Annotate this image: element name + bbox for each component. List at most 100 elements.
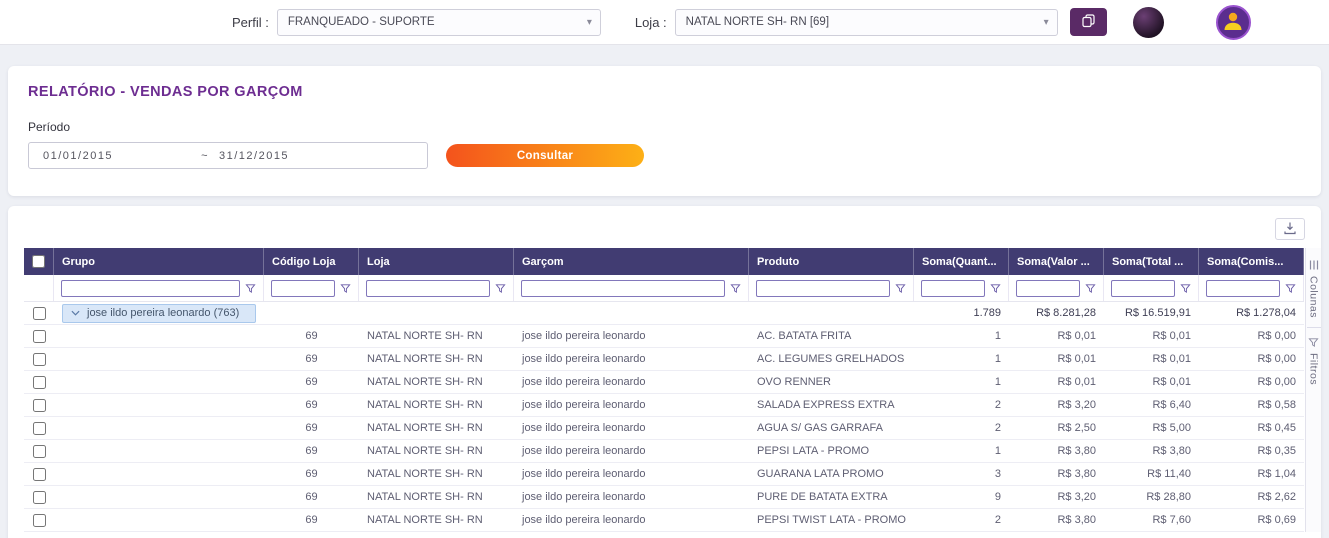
periodo-label: Período [28, 120, 71, 134]
chevron-down-icon [71, 310, 80, 316]
group-chip-cell: jose ildo pereira leonardo (763) [54, 302, 264, 324]
col-header-codigo-loja[interactable]: Código Loja [264, 248, 359, 275]
filter-input-soma-valor[interactable] [1016, 279, 1080, 297]
filter-icon[interactable] [895, 283, 906, 294]
cell-soma-total: R$ 0,01 [1152, 330, 1191, 342]
brand-avatar[interactable] [1132, 6, 1164, 38]
chevron-down-icon: ▾ [1043, 16, 1049, 28]
cell-garcom: jose ildo pereira leonardo [522, 353, 646, 365]
filter-icon[interactable] [1180, 283, 1191, 294]
col-header-soma-quant[interactable]: Soma(Quant... [914, 248, 1009, 275]
cell-garcom: jose ildo pereira leonardo [522, 468, 646, 480]
filter-input-soma-quant[interactable] [921, 279, 985, 297]
table-row: 69 NATAL NORTE SH- RN jose ildo pereira … [24, 371, 1304, 394]
filter-input-loja[interactable] [366, 279, 490, 297]
columns-icon [1309, 260, 1318, 270]
row-checkbox[interactable] [32, 398, 46, 412]
filter-icon[interactable] [1085, 283, 1096, 294]
perfil-label: Perfil : [232, 14, 269, 30]
loja-select[interactable]: NATAL NORTE SH- RN [69] ▾ [674, 8, 1058, 36]
date-to-value[interactable]: 31/12/2015 [219, 150, 289, 162]
cell-soma-comis: R$ 1,04 [1257, 468, 1296, 480]
table-row: 69 NATAL NORTE SH- RN jose ildo pereira … [24, 509, 1304, 532]
group-soma-valor: R$ 8.281,28 [1036, 307, 1096, 319]
table-row: 69 NATAL NORTE SH- RN jose ildo pereira … [24, 325, 1304, 348]
filter-input-grupo[interactable] [61, 279, 240, 297]
cell-garcom: jose ildo pereira leonardo [522, 399, 646, 411]
cell-soma-valor: R$ 3,80 [1057, 445, 1096, 457]
cell-produto: PEPSI LATA - PROMO [757, 445, 870, 457]
filter-cell-soma-quant [914, 275, 1009, 301]
col-header-loja[interactable]: Loja [359, 248, 514, 275]
cell-produto: AGUA S/ GAS GARRAFA [757, 422, 883, 434]
date-range-input[interactable]: 01/01/2015 ~ 31/12/2015 [28, 142, 428, 169]
filter-input-soma-total[interactable] [1111, 279, 1175, 297]
row-checkbox[interactable] [32, 467, 46, 481]
col-header-soma-valor[interactable]: Soma(Valor ... [1009, 248, 1104, 275]
data-grid: Grupo Código Loja Loja Garçom Produto So… [24, 248, 1304, 532]
filter-cell-produto [749, 275, 914, 301]
filter-icon[interactable] [245, 283, 256, 294]
divider [1306, 327, 1321, 329]
select-all-checkbox[interactable] [32, 255, 45, 268]
cell-loja: NATAL NORTE SH- RN [367, 330, 483, 342]
consultar-button[interactable]: Consultar [446, 144, 644, 167]
filter-input-produto[interactable] [756, 279, 890, 297]
filter-icon[interactable] [730, 283, 741, 294]
export-button[interactable] [1275, 218, 1305, 240]
row-checkbox[interactable] [32, 352, 46, 366]
group-label: jose ildo pereira leonardo (763) [87, 307, 240, 319]
filter-input-garcom[interactable] [521, 279, 725, 297]
filter-input-codigo-loja[interactable] [271, 279, 335, 297]
row-checkbox[interactable] [32, 375, 46, 389]
filter-cell-soma-valor [1009, 275, 1104, 301]
tab-filtros[interactable]: Filtros [1308, 332, 1320, 390]
col-header-soma-comis[interactable]: Soma(Comis... [1199, 248, 1304, 275]
download-icon [1283, 221, 1297, 238]
cell-codigo-loja: 69 [305, 376, 318, 388]
cell-soma-total: R$ 0,01 [1152, 353, 1191, 365]
person-icon [1221, 8, 1245, 37]
filter-input-soma-comis[interactable] [1206, 279, 1280, 297]
cell-soma-comis: R$ 0,00 [1257, 376, 1296, 388]
cell-produto: AC. BATATA FRITA [757, 330, 852, 342]
filter-icon[interactable] [495, 283, 506, 294]
store-action-button[interactable] [1069, 8, 1107, 36]
grid-filter-row [24, 275, 1304, 302]
row-checkbox[interactable] [32, 513, 46, 527]
tab-colunas[interactable]: Colunas [1308, 254, 1320, 323]
row-checkbox[interactable] [32, 421, 46, 435]
row-checkbox[interactable] [32, 329, 46, 343]
filter-line: 01/01/2015 ~ 31/12/2015 Consultar [28, 142, 1301, 169]
date-from-value[interactable]: 01/01/2015 [43, 150, 113, 162]
row-checkbox[interactable] [32, 444, 46, 458]
cell-codigo-loja: 69 [305, 330, 318, 342]
col-header-grupo[interactable]: Grupo [54, 248, 264, 275]
filter-icon[interactable] [1285, 283, 1296, 294]
cell-soma-quant: 9 [994, 491, 1001, 503]
cell-soma-quant: 1 [994, 445, 1001, 457]
cell-produto: GUARANA LATA PROMO [757, 468, 884, 480]
cell-soma-total: R$ 3,80 [1152, 445, 1191, 457]
perfil-select[interactable]: FRANQUEADO - SUPORTE ▾ [276, 8, 601, 36]
cell-loja: NATAL NORTE SH- RN [367, 422, 483, 434]
group-checkbox-cell [24, 302, 54, 324]
cell-soma-comis: R$ 0,69 [1257, 514, 1296, 526]
loja-field: Loja : NATAL NORTE SH- RN [69] ▾ [635, 8, 1058, 36]
user-avatar[interactable] [1215, 4, 1251, 40]
col-header-soma-total[interactable]: Soma(Total ... [1104, 248, 1199, 275]
cell-codigo-loja: 69 [305, 514, 318, 526]
group-checkbox[interactable] [32, 306, 46, 320]
group-expander[interactable]: jose ildo pereira leonardo (763) [62, 303, 256, 323]
cell-soma-valor: R$ 2,50 [1057, 422, 1096, 434]
filter-icon[interactable] [990, 283, 1001, 294]
filter-icon[interactable] [340, 283, 351, 294]
cell-loja: NATAL NORTE SH- RN [367, 376, 483, 388]
col-header-produto[interactable]: Produto [749, 248, 914, 275]
cell-soma-total: R$ 0,01 [1152, 376, 1191, 388]
col-header-garcom[interactable]: Garçom [514, 248, 749, 275]
cell-soma-total: R$ 6,40 [1152, 399, 1191, 411]
cell-soma-valor: R$ 3,20 [1057, 399, 1096, 411]
row-checkbox[interactable] [32, 490, 46, 504]
filter-cell-check [24, 275, 54, 301]
